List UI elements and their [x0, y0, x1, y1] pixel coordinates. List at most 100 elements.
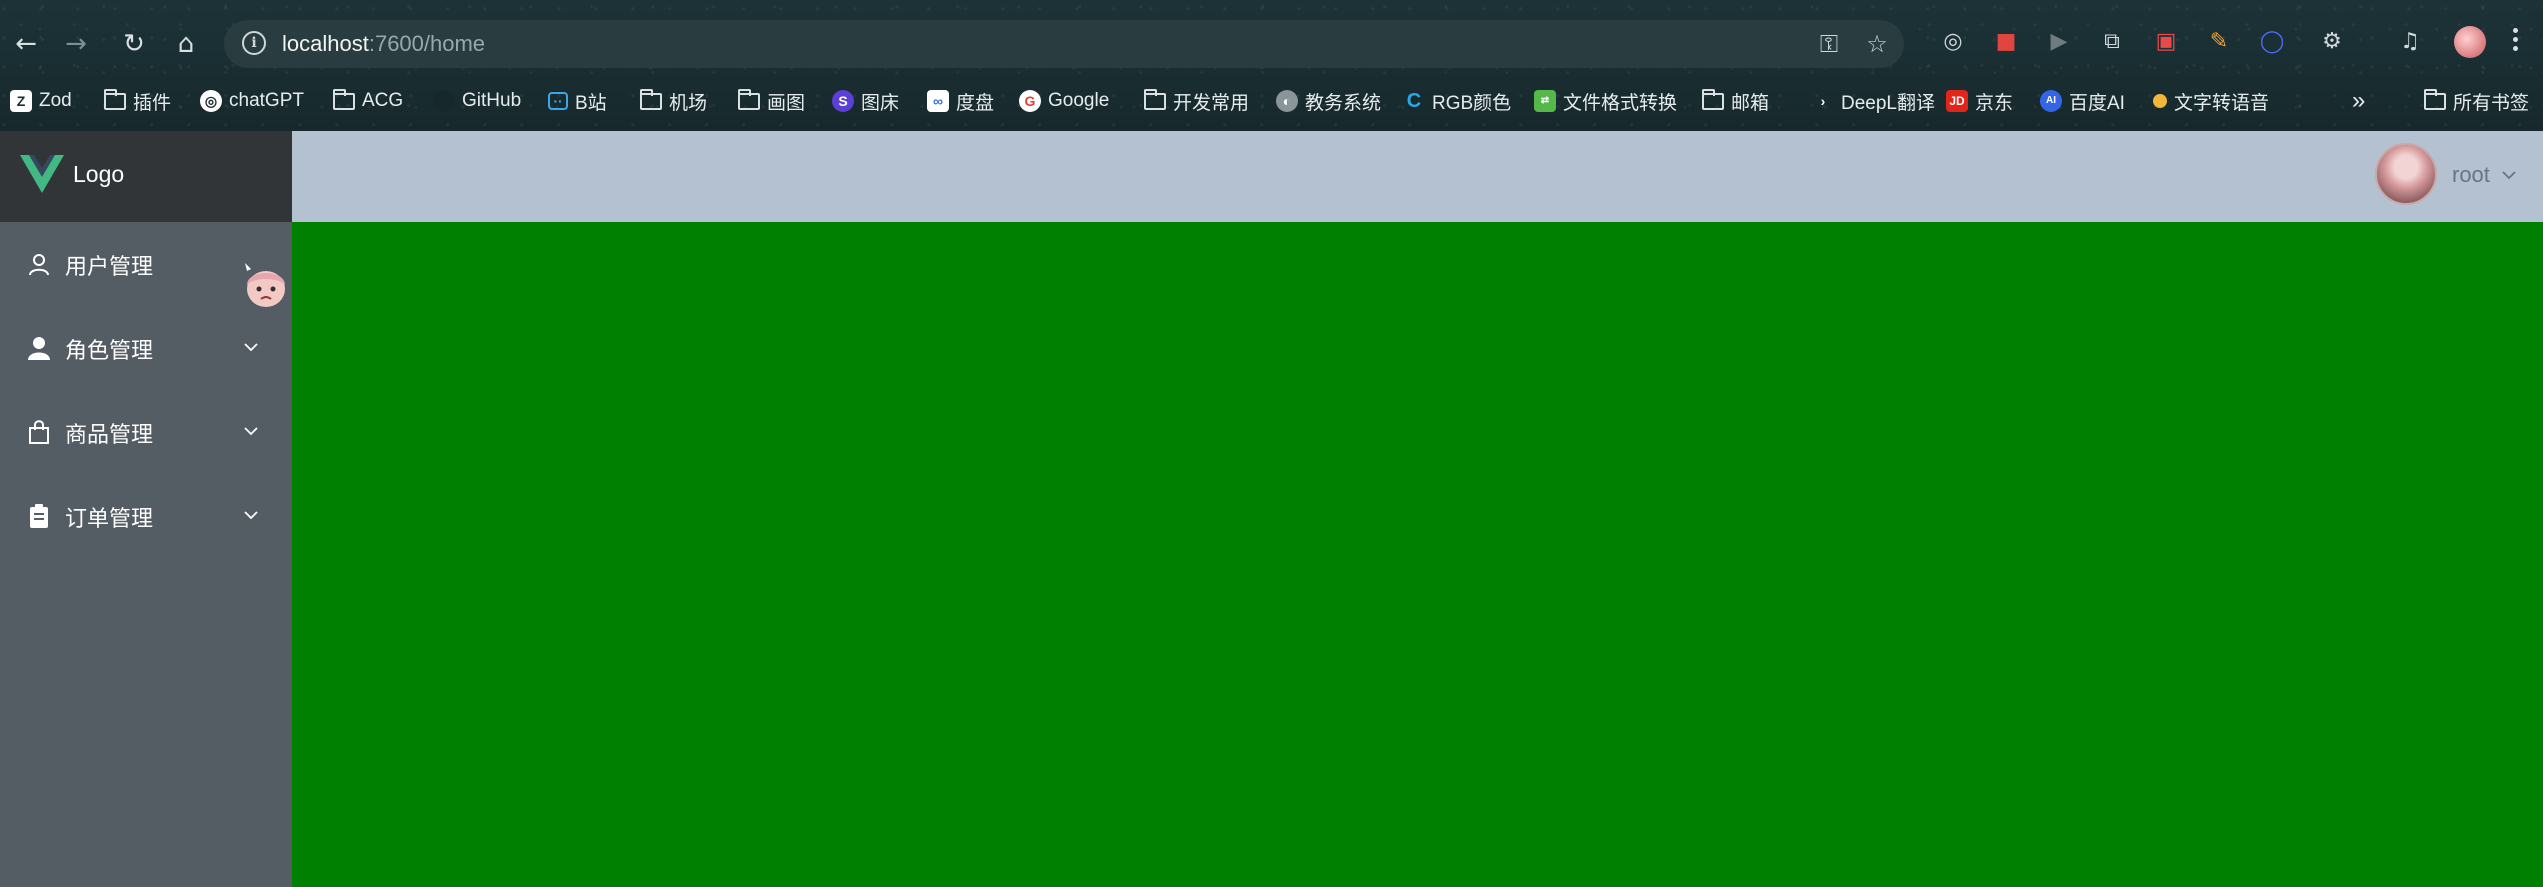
bookmark-item[interactable]: 文字转语音 — [2153, 84, 2269, 118]
menu-item-product-management[interactable]: 商品管理 — [0, 390, 292, 474]
folder-icon — [104, 88, 126, 110]
image-host-icon: S — [832, 90, 854, 112]
bookmark-item[interactable]: ◎ chatGPT — [200, 84, 304, 118]
folder-icon — [640, 88, 662, 110]
bookmark-folder[interactable]: 插件 — [104, 84, 171, 118]
bookmark-folder[interactable]: ACG — [333, 84, 403, 118]
bookmarks-bar: Z Zod 插件 ◎ chatGPT ACG GitHub ·· B站 机场 画图 S… — [0, 84, 2543, 118]
bookmark-label: 插件 — [133, 92, 172, 114]
bookmark-folder[interactable]: 机场 — [640, 84, 707, 118]
bookmark-label: DeepL翻译 — [1841, 92, 1935, 114]
bookmark-item[interactable]: ⇄ 文件格式转换 — [1534, 84, 1677, 118]
bookmark-item[interactable]: AI 百度AI — [2040, 84, 2125, 118]
bookmark-label: chatGPT — [229, 90, 304, 111]
bookmark-item[interactable]: GitHub — [433, 84, 521, 118]
extension-red-icon[interactable]: ■ — [1990, 26, 2022, 58]
bookmark-item[interactable]: JD 京东 — [1946, 84, 2013, 118]
bookmark-item[interactable]: › DeepL翻译 — [1812, 84, 1935, 118]
bookmark-item[interactable]: ·· B站 — [548, 84, 607, 118]
bookmark-label: 度盘 — [956, 92, 995, 114]
bookmark-label: Google — [1048, 90, 1110, 111]
bookmark-label: 机场 — [669, 92, 708, 114]
extension-image-icon[interactable]: ▣ — [2150, 26, 2182, 58]
menu-item-label: 用户管理 — [65, 255, 154, 280]
chevron-down-icon — [244, 427, 258, 436]
bookmark-label: 所有书签 — [2453, 92, 2530, 114]
bookmark-label: 开发常用 — [1173, 92, 1250, 114]
password-key-icon[interactable]: ⚿ — [1814, 29, 1844, 59]
address-bar[interactable]: i localhost:7600/home ⚿ ☆ — [224, 20, 1904, 68]
url-path: :7600/home — [368, 31, 486, 56]
menu-item-role-management[interactable]: 角色管理 — [0, 306, 292, 390]
bookmark-label: 文字转语音 — [2174, 92, 2270, 114]
folder-icon — [333, 88, 355, 110]
user-filled-icon — [28, 337, 50, 360]
bookmark-folder[interactable]: 画图 — [738, 84, 805, 118]
shopping-bag-icon — [29, 420, 49, 444]
folder-icon — [1144, 88, 1166, 110]
bookmark-item[interactable]: ∞ 度盘 — [927, 84, 994, 118]
extension-copy-icon[interactable]: ⧉ — [2096, 26, 2128, 58]
url-host: localhost — [282, 31, 369, 56]
browser-menu-icon[interactable] — [2505, 24, 2525, 60]
extension-mask-icon[interactable]: ◎ — [1937, 26, 1969, 58]
extension-play-icon[interactable]: ▶ — [2043, 26, 2075, 58]
tts-icon — [2153, 94, 2167, 108]
bookmark-item[interactable]: ◐ 教务系统 — [1276, 84, 1381, 118]
media-controls-icon[interactable]: ♫ — [2394, 26, 2426, 58]
vue-logo-icon — [20, 155, 64, 193]
app-layout: Logo 用户管理 角色管理 商品管理 订单管理 root — [0, 131, 2543, 887]
globe-icon: ◐ — [1276, 90, 1298, 112]
bookmark-label: 百度AI — [2069, 92, 2125, 114]
bookmark-label: RGB颜色 — [1432, 92, 1512, 114]
clipboard-icon — [30, 504, 48, 528]
bookmark-folder[interactable]: 开发常用 — [1144, 84, 1249, 118]
deepl-icon: › — [1820, 93, 1826, 109]
bookmark-item[interactable]: Z Zod — [10, 84, 72, 118]
file-convert-icon: ⇄ — [1534, 90, 1556, 112]
url-text[interactable]: localhost:7600/home — [282, 31, 485, 57]
rgb-icon: C — [1406, 90, 1422, 112]
folder-icon — [1702, 88, 1724, 110]
google-icon: G — [1019, 90, 1041, 112]
bookmark-label: 文件格式转换 — [1563, 92, 1678, 114]
bookmark-label: 图床 — [861, 92, 900, 114]
bookmark-item[interactable]: C RGB颜色 — [1403, 84, 1511, 118]
chevron-down-icon — [244, 511, 258, 520]
chevron-down-icon[interactable] — [2501, 167, 2517, 183]
home-icon[interactable]: ⌂ — [168, 26, 204, 62]
folder-icon — [2424, 88, 2446, 110]
baidu-pan-icon: ∞ — [927, 90, 949, 112]
bilibili-icon: ·· — [548, 92, 568, 110]
bookmark-label: 画图 — [767, 92, 806, 114]
extension-pen-icon[interactable]: ✎ — [2203, 26, 2235, 58]
site-info-icon[interactable]: i — [242, 31, 266, 55]
logo-text: Logo — [73, 161, 125, 187]
bookmark-item[interactable]: S 图床 — [832, 84, 899, 118]
bookmark-star-icon[interactable]: ☆ — [1862, 29, 1892, 59]
back-arrow-icon[interactable]: ← — [8, 26, 44, 62]
menu-item-order-management[interactable]: 订单管理 — [0, 474, 292, 558]
chevron-down-icon — [244, 343, 258, 352]
forward-arrow-icon[interactable]: → — [58, 26, 94, 62]
logo-bar: Logo — [0, 131, 292, 222]
extensions-puzzle-icon[interactable]: ⚙ — [2316, 26, 2348, 58]
all-bookmarks-folder[interactable]: 所有书签 — [2424, 84, 2529, 118]
bookmark-folder[interactable]: 邮箱 — [1702, 84, 1769, 118]
avatar[interactable] — [2375, 143, 2437, 205]
bookmarks-overflow-button[interactable]: » — [2352, 84, 2365, 118]
bookmark-label: ACG — [362, 90, 404, 111]
bookmark-item[interactable]: G Google — [1019, 84, 1109, 118]
jd-icon: JD — [1946, 90, 1968, 112]
extension-circle-icon[interactable]: ◯ — [2256, 26, 2288, 58]
bookmark-label: GitHub — [462, 90, 522, 111]
profile-avatar[interactable] — [2454, 26, 2486, 58]
bookmark-label: Zod — [39, 90, 72, 111]
bookmark-label: 京东 — [1975, 92, 2014, 114]
baidu-ai-icon: AI — [2040, 90, 2062, 112]
zod-icon: Z — [10, 90, 32, 112]
username-dropdown[interactable]: root — [2452, 162, 2490, 188]
bookmark-label: 教务系统 — [1305, 92, 1382, 114]
folder-icon — [738, 88, 760, 110]
reload-icon[interactable]: ↻ — [116, 26, 152, 62]
